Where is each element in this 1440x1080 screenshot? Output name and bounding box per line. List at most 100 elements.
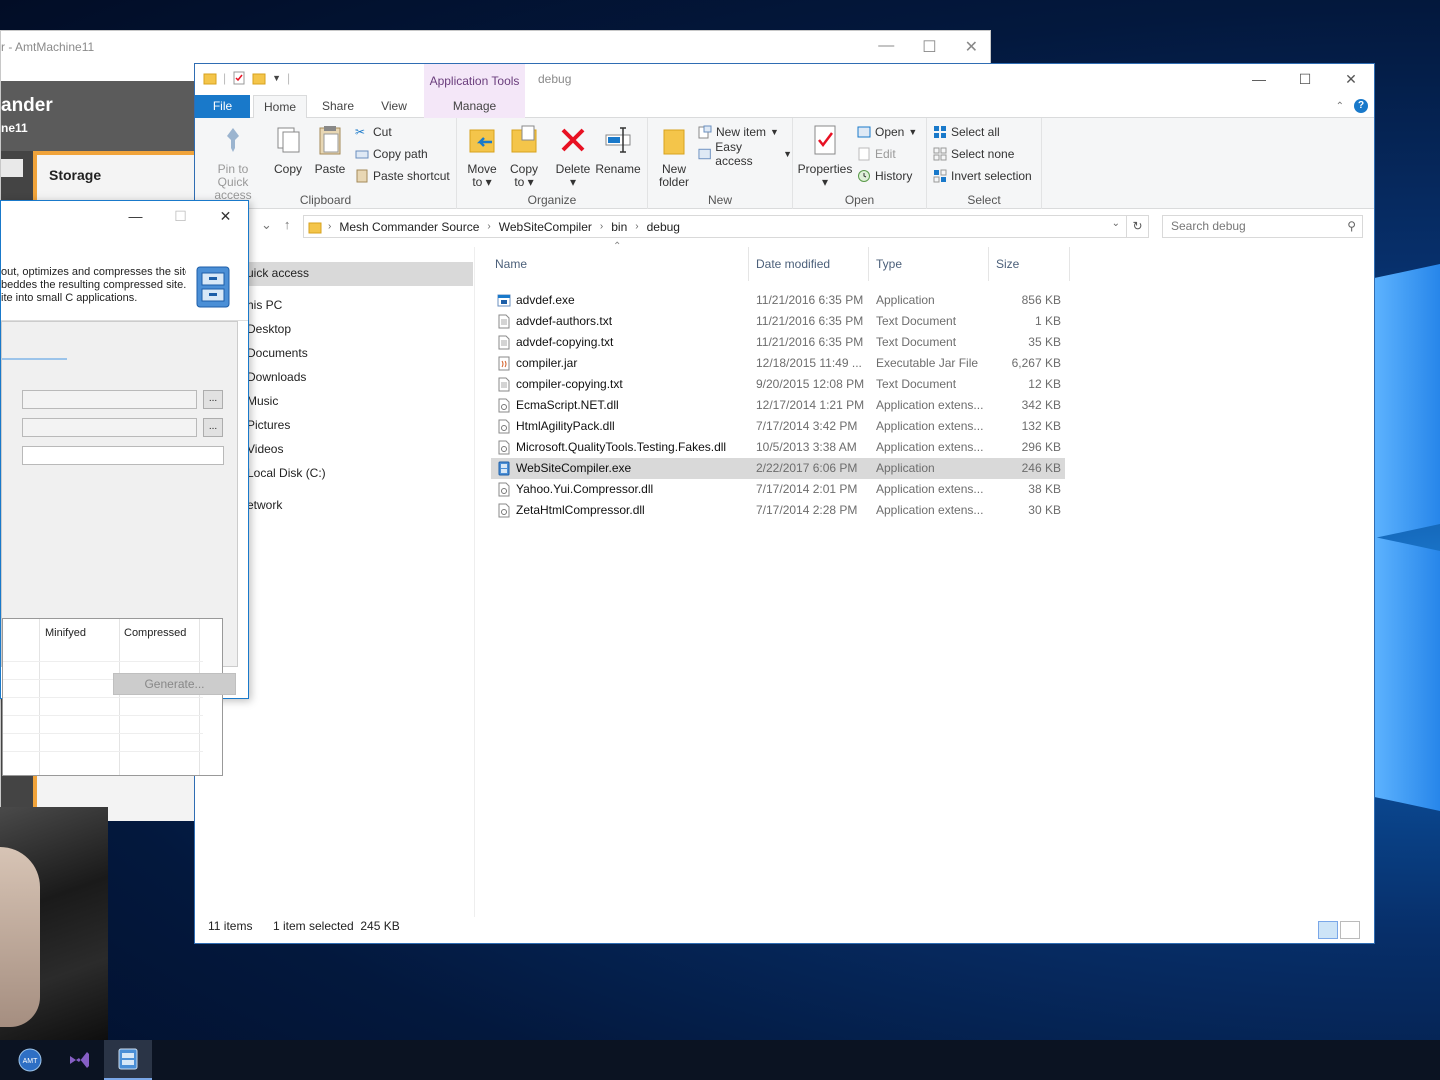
- nav-item-documents[interactable]: Documents: [247, 346, 308, 360]
- nav-item-quick-access[interactable]: uick access: [247, 266, 309, 280]
- history-button[interactable]: History: [857, 166, 912, 186]
- details-view-icon[interactable]: [1318, 921, 1338, 939]
- copy-button[interactable]: Copy: [269, 124, 307, 176]
- file-row[interactable]: Microsoft.QualityTools.Testing.Fakes.dll…: [491, 437, 1065, 458]
- properties-icon[interactable]: [232, 71, 246, 85]
- column-header-name[interactable]: Name: [495, 257, 527, 271]
- nav-item-local-disk[interactable]: Local Disk (C:): [247, 466, 326, 480]
- nav-item-downloads[interactable]: Downloads: [247, 370, 306, 384]
- close-button[interactable]: ✕: [203, 201, 248, 231]
- results-grid[interactable]: Minifyed Compressed: [2, 618, 223, 776]
- rename-button[interactable]: Rename: [595, 124, 641, 176]
- nav-item-music[interactable]: Music: [247, 394, 278, 408]
- move-to-button[interactable]: Move to ▾: [463, 124, 501, 189]
- cut-button[interactable]: ✂ Cut: [355, 122, 392, 142]
- invert-selection-button[interactable]: Invert selection: [933, 166, 1032, 186]
- up-arrow-icon[interactable]: ↑: [284, 217, 291, 233]
- browse-output-button[interactable]: ...: [203, 418, 223, 437]
- grid-row-line: [3, 697, 203, 698]
- column-divider[interactable]: [868, 247, 869, 281]
- sidebar-tab[interactable]: [1, 159, 23, 177]
- file-row[interactable]: advdef-copying.txt 11/21/2016 6:35 PM Text…: [491, 332, 1065, 353]
- column-divider[interactable]: [988, 247, 989, 281]
- nav-item-videos[interactable]: Videos: [247, 442, 283, 456]
- generate-button[interactable]: Generate...: [113, 673, 236, 695]
- open-button[interactable]: Open ▼: [857, 122, 917, 142]
- column-divider[interactable]: [748, 247, 749, 281]
- select-all-button[interactable]: Select all: [933, 122, 1000, 142]
- visual-studio-icon[interactable]: [55, 1040, 103, 1080]
- search-input[interactable]: Search debug ⚲: [1162, 215, 1363, 238]
- new-folder-button[interactable]: New folder: [652, 124, 696, 189]
- column-header-size[interactable]: Size: [996, 257, 1019, 271]
- tab-manage[interactable]: Manage: [424, 95, 525, 118]
- maximize-button[interactable]: ☐: [158, 201, 203, 231]
- edit-button[interactable]: Edit: [857, 144, 896, 164]
- output-folder-field[interactable]: [22, 418, 197, 437]
- large-icons-view-icon[interactable]: [1340, 921, 1360, 939]
- new-folder-icon[interactable]: [252, 71, 266, 85]
- tab-file[interactable]: File: [195, 95, 250, 118]
- copy-path-button[interactable]: Copy path: [355, 144, 428, 164]
- nav-item-desktop[interactable]: Desktop: [247, 322, 291, 336]
- website-compiler-taskbar-icon[interactable]: [104, 1040, 152, 1080]
- maximize-icon[interactable]: ☐: [922, 37, 936, 57]
- column-header-date[interactable]: Date modified: [756, 257, 830, 271]
- file-date: 2/22/2017 6:06 PM: [756, 461, 858, 475]
- file-row[interactable]: WebSiteCompiler.exe 2/22/2017 6:06 PM Appl…: [491, 458, 1065, 479]
- minimize-icon[interactable]: —: [878, 37, 894, 57]
- amt-app-icon[interactable]: AMT: [6, 1040, 54, 1080]
- properties-dropdown-icon[interactable]: ▾: [797, 176, 853, 189]
- nav-item-network[interactable]: etwork: [247, 498, 282, 512]
- delete-dropdown-icon[interactable]: ▾: [553, 176, 593, 189]
- tab-home[interactable]: Home: [253, 95, 307, 119]
- close-icon[interactable]: ✕: [965, 37, 978, 57]
- file-size: 856 KB: [1021, 293, 1061, 307]
- file-row[interactable]: EcmaScript.NET.dll 12/17/2014 1:21 PM Appl…: [491, 395, 1065, 416]
- nav-item-this-pc[interactable]: his PC: [247, 298, 282, 312]
- file-row[interactable]: advdef-authors.txt 11/21/2016 6:35 PM Text…: [491, 311, 1065, 332]
- breadcrumb-item[interactable]: bin: [611, 220, 627, 234]
- collapse-ribbon-icon[interactable]: ⌃: [1336, 101, 1344, 112]
- recent-locations-icon[interactable]: ⌄: [261, 217, 272, 233]
- minimize-button[interactable]: —: [113, 201, 158, 231]
- address-dropdown-icon[interactable]: ⌄: [1112, 218, 1120, 229]
- source-folder-field[interactable]: [22, 390, 197, 409]
- history-icon: [858, 170, 870, 182]
- customize-toolbar-icon[interactable]: ▼: [272, 73, 281, 83]
- nav-item-pictures[interactable]: Pictures: [247, 418, 290, 432]
- file-name: compiler-copying.txt: [516, 377, 623, 391]
- properties-button[interactable]: Properties ▾: [797, 124, 853, 189]
- file-row[interactable]: advdef.exe 11/21/2016 6:35 PM Application 8…: [491, 290, 1065, 311]
- help-icon[interactable]: ?: [1354, 99, 1368, 113]
- file-row[interactable]: Yahoo.Yui.Compressor.dll 7/17/2014 2:01 P…: [491, 479, 1065, 500]
- new-item-button[interactable]: New item ▼: [698, 122, 779, 142]
- paste-icon: [319, 126, 341, 155]
- easy-access-button[interactable]: Easy access ▼: [698, 140, 792, 168]
- refresh-icon[interactable]: ↻: [1126, 216, 1148, 237]
- minimize-button[interactable]: —: [1236, 64, 1282, 94]
- column-divider[interactable]: [1069, 247, 1070, 281]
- breadcrumb-item[interactable]: WebSiteCompiler: [499, 220, 592, 234]
- pin-to-quick-access-button[interactable]: Pin to Quick access: [201, 124, 265, 202]
- address-bar[interactable]: › Mesh Commander Source › WebSiteCompile…: [303, 215, 1149, 238]
- close-button[interactable]: ✕: [1328, 64, 1374, 94]
- select-none-button[interactable]: Select none: [933, 144, 1014, 164]
- output-file-field[interactable]: [22, 446, 224, 465]
- copy-to-button[interactable]: Copy to ▾: [505, 124, 543, 189]
- paste-button[interactable]: Paste: [311, 124, 349, 176]
- breadcrumb-item[interactable]: Mesh Commander Source: [339, 220, 479, 234]
- column-header-type[interactable]: Type: [876, 257, 902, 271]
- file-row[interactable]: compiler.jar 12/18/2015 11:49 ... Executab…: [491, 353, 1065, 374]
- browse-source-button[interactable]: ...: [203, 390, 223, 409]
- delete-button[interactable]: Delete ▾: [553, 124, 593, 189]
- file-row[interactable]: ZetaHtmlCompressor.dll 7/17/2014 2:28 PM A…: [491, 500, 1065, 521]
- file-row[interactable]: HtmlAgilityPack.dll 7/17/2014 3:42 PM Appl…: [491, 416, 1065, 437]
- breadcrumb-item[interactable]: debug: [647, 220, 680, 234]
- tab-view[interactable]: View: [367, 95, 421, 118]
- maximize-button[interactable]: ☐: [1282, 64, 1328, 94]
- paste-shortcut-button[interactable]: Paste shortcut: [355, 166, 450, 186]
- file-row[interactable]: compiler-copying.txt 9/20/2015 12:08 PM Te…: [491, 374, 1065, 395]
- tab-share[interactable]: Share: [311, 95, 365, 118]
- search-icon[interactable]: ⚲: [1347, 216, 1356, 237]
